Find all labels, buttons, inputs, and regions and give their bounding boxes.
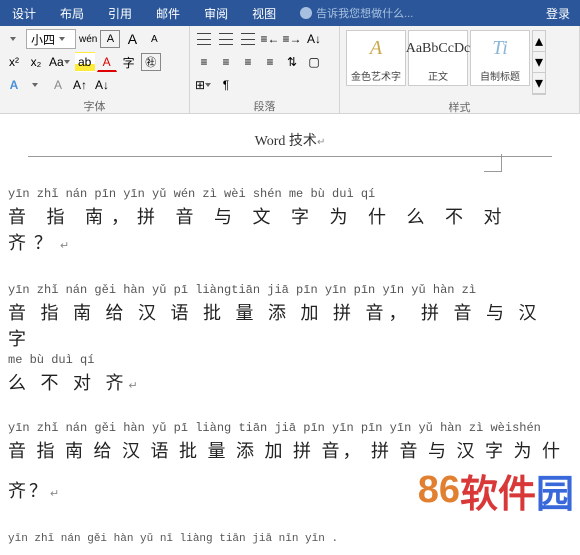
grow-font2-button[interactable]: A↑ [70, 75, 90, 95]
watermark-digit: 8 [418, 469, 439, 512]
align-left-button[interactable]: ≡ [194, 52, 214, 72]
font-dropdown-arrow[interactable] [4, 29, 24, 49]
hanzi-text[interactable]: 音 指 南 给 汉 语 批 量 添 加 拼 音， 拼 音 与 汉 字 为 什 [8, 437, 572, 463]
increase-indent-button[interactable]: ≡→ [282, 29, 302, 49]
ribbon-toolbar: 小四 wén A A A x² x₂ Aa ab A 字 ㊓ A A [0, 26, 580, 114]
tab-references[interactable]: 引用 [96, 0, 144, 26]
grow-font-button[interactable]: A [122, 29, 142, 49]
font-group-label: 字体 [4, 96, 185, 116]
line-spacing-button[interactable]: ⇅ [282, 52, 302, 72]
font-size-combo[interactable]: 小四 [26, 29, 76, 49]
styles-gallery[interactable]: A 金色艺术字 AaBbCcDc 正文 Ti 自制标题 ▴ ▾ ▾ [344, 28, 548, 97]
hanzi-text[interactable]: 音 指 南 给 汉 语 批 量 添 加 拼 音， 拼 音 与 汉 字 [8, 299, 572, 351]
watermark-digit: 6 [439, 469, 460, 512]
gallery-more-icon[interactable]: ▾ [533, 73, 545, 94]
change-case-button[interactable]: Aa [48, 52, 73, 72]
sort-button[interactable]: A↓ [304, 29, 324, 49]
clear-format-button[interactable]: A [48, 75, 68, 95]
font-color-button[interactable]: A [97, 52, 117, 72]
subscript-button[interactable]: x₂ [26, 52, 46, 72]
tab-layout[interactable]: 布局 [48, 0, 96, 26]
style-preview: A [370, 31, 382, 66]
gallery-scroll[interactable]: ▴ ▾ ▾ [532, 30, 546, 95]
style-name: 自制标题 [480, 66, 520, 85]
justify-button[interactable]: ≡ [260, 52, 280, 72]
site-watermark: 8 6 软件 园 [412, 461, 580, 520]
align-center-button[interactable]: ≡ [216, 52, 236, 72]
show-marks-button[interactable]: ¶ [216, 75, 236, 95]
numbering-button[interactable] [216, 29, 236, 49]
style-custom-title[interactable]: Ti 自制标题 [470, 30, 530, 86]
header-corner-mark [484, 154, 502, 172]
bullets-button[interactable] [194, 29, 214, 49]
ruby-guide-button[interactable]: wén [78, 29, 98, 49]
style-name: 正文 [428, 66, 448, 85]
hanzi-text[interactable]: 么 不 对 齐 [8, 369, 572, 395]
shrink-font-button[interactable]: A [144, 29, 164, 49]
highlight-button[interactable]: ab [75, 52, 95, 72]
enclose-char-button[interactable]: ㊓ [141, 53, 161, 71]
ruby-text: me bù duì qí [8, 353, 572, 367]
style-preview: Ti [492, 31, 508, 66]
multilevel-button[interactable] [238, 29, 258, 49]
hanzi-text[interactable]: 音 指 南，拼 音 与 文 字 为 什 么 不 对 齐？ [8, 203, 572, 255]
style-preview: AaBbCcDc [406, 31, 471, 66]
text-effects-arrow[interactable] [26, 75, 46, 95]
gallery-down-icon[interactable]: ▾ [533, 52, 545, 73]
ruby-text: yīn zhǐ nán pīn yīn yǔ wén zì wèi shén m… [8, 187, 572, 201]
tab-design[interactable]: 设计 [0, 0, 48, 26]
style-name: 金色艺术字 [351, 66, 401, 85]
bulb-icon [300, 7, 312, 19]
login-button[interactable]: 登录 [536, 0, 580, 26]
page-header[interactable]: Word 技术 [28, 124, 552, 157]
ribbon-tab-bar: 设计 布局 引用 邮件 审阅 视图 告诉我您想做什么... 登录 [0, 0, 580, 26]
shrink-font2-button[interactable]: A↓ [92, 75, 112, 95]
watermark-text: 软件 [460, 463, 536, 518]
tab-view[interactable]: 视图 [240, 0, 288, 26]
gallery-up-icon[interactable]: ▴ [533, 31, 545, 52]
tell-me-search[interactable]: 告诉我您想做什么... [288, 0, 536, 26]
superscript-button[interactable]: x² [4, 52, 24, 72]
ruby-text: yīn zhǐ nán gěi hàn yǔ pī liàng tiān jiā… [8, 421, 572, 435]
tab-review[interactable]: 审阅 [192, 0, 240, 26]
text-effects-button[interactable]: A [4, 75, 24, 95]
font-group: 小四 wén A A A x² x₂ Aa ab A 字 ㊓ A A [0, 26, 190, 114]
style-normal[interactable]: AaBbCcDc 正文 [408, 30, 468, 86]
tab-mailings[interactable]: 邮件 [144, 0, 192, 26]
ruby-text: yīn zhǐ nán gěi hàn yǔ pī liàngtiān jiā … [8, 283, 572, 297]
shading-button[interactable]: ▢ [304, 52, 324, 72]
tell-me-placeholder: 告诉我您想做什么... [316, 5, 413, 21]
char-shading-button[interactable]: 字 [119, 52, 139, 72]
ruby-text-partial: yīn zhǐ nán gěi hàn yǔ nī liàng tiān jiā… [8, 533, 572, 545]
align-right-button[interactable]: ≡ [238, 52, 258, 72]
borders-button[interactable]: ⊞ [194, 75, 214, 95]
styles-group: A 金色艺术字 AaBbCcDc 正文 Ti 自制标题 ▴ ▾ ▾ 样式 [340, 26, 580, 114]
char-border-button[interactable]: A [100, 30, 120, 48]
font-size-value: 小四 [31, 31, 55, 48]
paragraph-group-label: 段落 [194, 96, 335, 116]
watermark-text: 园 [536, 463, 574, 518]
decrease-indent-button[interactable]: ≡← [260, 29, 280, 49]
style-gold-art[interactable]: A 金色艺术字 [346, 30, 406, 86]
paragraph-group: ≡← ≡→ A↓ ≡ ≡ ≡ ≡ ⇅ ▢ ⊞ ¶ 段落 [190, 26, 340, 114]
